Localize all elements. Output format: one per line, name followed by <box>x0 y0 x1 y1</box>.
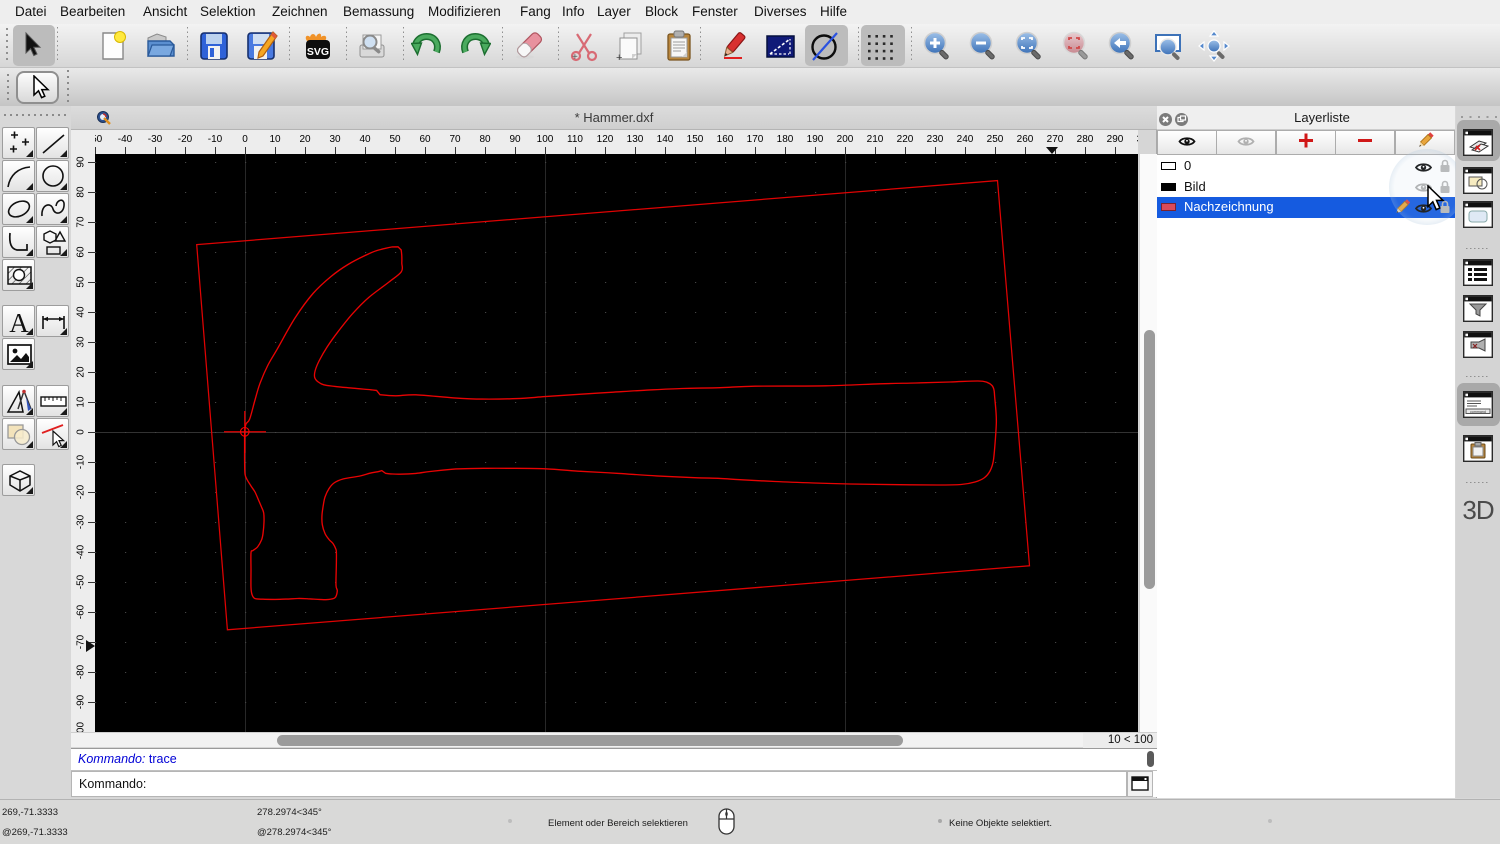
svg-text:SVG: SVG <box>307 46 329 58</box>
svg-text:+: + <box>616 52 622 63</box>
svg-text:command: command <box>1470 410 1486 414</box>
svg-text:+: + <box>572 52 578 63</box>
